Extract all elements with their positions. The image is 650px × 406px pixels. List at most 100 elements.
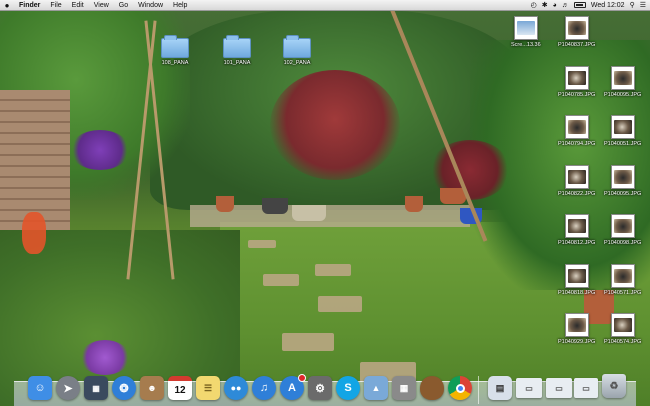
dock-mission-control[interactable]: ▦ xyxy=(84,376,108,400)
folder-icon xyxy=(283,35,311,58)
desktop-file[interactable]: P1040051.JPG xyxy=(604,115,641,147)
dock-minimized-window[interactable]: ▭ xyxy=(516,378,542,398)
desktop-folder[interactable]: 101_PANA xyxy=(223,35,251,66)
menu-bar: ● Finder File Edit View Go Window Help ◴… xyxy=(0,0,650,11)
dock-safari[interactable]: ❂ xyxy=(112,376,136,400)
wallpaper-red-maple xyxy=(270,70,400,180)
image-thumbnail-icon xyxy=(564,313,589,337)
wallpaper-purple-flowers xyxy=(70,130,130,170)
apple-menu-icon[interactable]: ● xyxy=(0,1,14,10)
dock-separator xyxy=(478,376,479,404)
dock-minimized-window[interactable]: ▭ xyxy=(574,378,598,398)
wallpaper-stepping-stone xyxy=(263,274,299,286)
dock-system-preferences[interactable]: ⚙ xyxy=(308,376,332,400)
notification-badge xyxy=(298,374,306,382)
dock-finder[interactable]: ☺ xyxy=(28,376,52,400)
image-thumbnail-icon xyxy=(610,313,635,337)
desktop-file[interactable]: P1040574.JPG xyxy=(604,313,641,345)
menu-view[interactable]: View xyxy=(89,2,114,9)
desktop-file[interactable]: P1040837.JPG xyxy=(558,16,595,48)
desktop-folder-label: 101_PANA xyxy=(223,60,251,66)
menu-window[interactable]: Window xyxy=(133,2,168,9)
menu-go[interactable]: Go xyxy=(114,2,133,9)
chrome-icon xyxy=(455,383,465,393)
desktop-file-label: P1040098.JPG xyxy=(604,240,642,246)
wallpaper-stepping-stone xyxy=(248,240,276,248)
dock-app-store[interactable]: A xyxy=(280,374,306,400)
desktop-file[interactable]: P1040818.JPG xyxy=(558,264,595,296)
dock-contacts[interactable]: ☻ xyxy=(140,376,164,400)
desktop-file[interactable]: P1040822.JPG xyxy=(558,165,595,197)
image-thumbnail-icon xyxy=(610,115,635,139)
dock-messages[interactable]: ●● xyxy=(224,376,248,400)
dock-trash[interactable]: ♻ xyxy=(602,374,626,398)
mission-control-icon: ▦ xyxy=(92,383,100,393)
desktop-file-label: P1040574.JPG xyxy=(604,339,642,345)
image-thumbnail-icon xyxy=(513,16,538,40)
window-thumbnail-icon: ▭ xyxy=(555,383,563,393)
wallpaper-stepping-stone xyxy=(282,333,334,351)
wifi-icon[interactable]: ◕ xyxy=(553,2,557,9)
desktop-file[interactable]: P1040785.JPG xyxy=(558,66,595,98)
desktop-file-label: P1040571.JPG xyxy=(604,290,642,296)
menu-edit[interactable]: Edit xyxy=(67,2,89,9)
skype-icon: S xyxy=(344,382,352,394)
preview-icon: ▲ xyxy=(371,383,381,393)
spotlight-icon[interactable]: ⚲ xyxy=(630,2,635,9)
notification-center-icon[interactable]: ☰ xyxy=(640,2,646,9)
wallpaper-plant-pot xyxy=(262,198,288,214)
menu-clock[interactable]: Wed 12:02 xyxy=(591,2,625,9)
desktop-file-label: P1040095.JPG xyxy=(604,191,642,197)
wallpaper-plant-pot xyxy=(216,196,234,212)
desktop-file-label: P1040818.JPG xyxy=(558,290,596,296)
desktop-file[interactable]: P1040095.JPG xyxy=(604,165,641,197)
desktop-folder[interactable]: 102_PANA xyxy=(283,35,311,66)
dock-minimized-window[interactable]: ▭ xyxy=(546,378,572,398)
desktop-file[interactable]: P1040571.JPG xyxy=(604,264,641,296)
dock-calculator[interactable]: ▦ xyxy=(392,376,416,400)
desktop-folder[interactable]: 108_PANA xyxy=(161,35,189,66)
menu-app-name[interactable]: Finder xyxy=(14,2,45,9)
desktop-folder-label: 102_PANA xyxy=(283,60,311,66)
image-thumbnail-icon xyxy=(564,115,589,139)
desktop-file[interactable]: P1040812.JPG xyxy=(558,214,595,246)
trash-icon: ♻ xyxy=(609,380,619,392)
desktop-file[interactable]: P1040095.JPG xyxy=(604,66,641,98)
time-machine-icon[interactable]: ◴ xyxy=(531,2,537,9)
image-thumbnail-icon xyxy=(564,264,589,288)
wallpaper-plant-pot xyxy=(405,196,423,212)
desktop-file-label: P1040822.JPG xyxy=(558,191,596,197)
dock-preview[interactable]: ▲ xyxy=(364,376,388,400)
dock-notes[interactable]: ☰ xyxy=(196,376,220,400)
desktop-file[interactable]: P1040098.JPG xyxy=(604,214,641,246)
desktop-file[interactable]: P1040794.JPG xyxy=(558,115,595,147)
wallpaper-stepping-stone xyxy=(318,296,362,312)
dock-itunes[interactable]: ♫ xyxy=(252,376,276,400)
desktop-file-screenshot[interactable]: Scre...13.36 xyxy=(511,16,541,48)
wallpaper-plant-pot xyxy=(292,205,326,221)
desktop-folder-label: 108_PANA xyxy=(161,60,189,66)
dock-skype[interactable]: S xyxy=(336,376,360,400)
wallpaper-stepping-stone xyxy=(315,264,351,276)
menu-help[interactable]: Help xyxy=(168,2,192,9)
dock-document-stack[interactable]: ▤ xyxy=(488,376,512,400)
desktop-file-label: P1040837.JPG xyxy=(558,42,596,48)
image-thumbnail-icon xyxy=(610,165,635,189)
menu-file[interactable]: File xyxy=(45,2,66,9)
window-thumbnail-icon: ▭ xyxy=(582,383,590,393)
image-thumbnail-icon xyxy=(564,66,589,90)
image-thumbnail-icon xyxy=(564,16,589,40)
dock-egg-app[interactable] xyxy=(420,376,444,400)
volume-icon[interactable]: ♬ xyxy=(562,2,569,9)
wallpaper-red-flower xyxy=(22,212,46,254)
dock-chrome[interactable] xyxy=(448,376,472,400)
folder-icon xyxy=(223,35,251,58)
battery-icon[interactable] xyxy=(573,2,586,8)
document-stack-icon: ▤ xyxy=(495,382,505,393)
desktop-file[interactable]: P1040929.JPG xyxy=(558,313,595,345)
dock-launchpad[interactable]: ➤ xyxy=(56,376,80,400)
dock-calendar[interactable]: 12 xyxy=(168,376,192,400)
image-thumbnail-icon xyxy=(610,66,635,90)
bluetooth-icon[interactable]: ✱ xyxy=(542,2,548,9)
calculator-icon: ▦ xyxy=(399,382,409,393)
